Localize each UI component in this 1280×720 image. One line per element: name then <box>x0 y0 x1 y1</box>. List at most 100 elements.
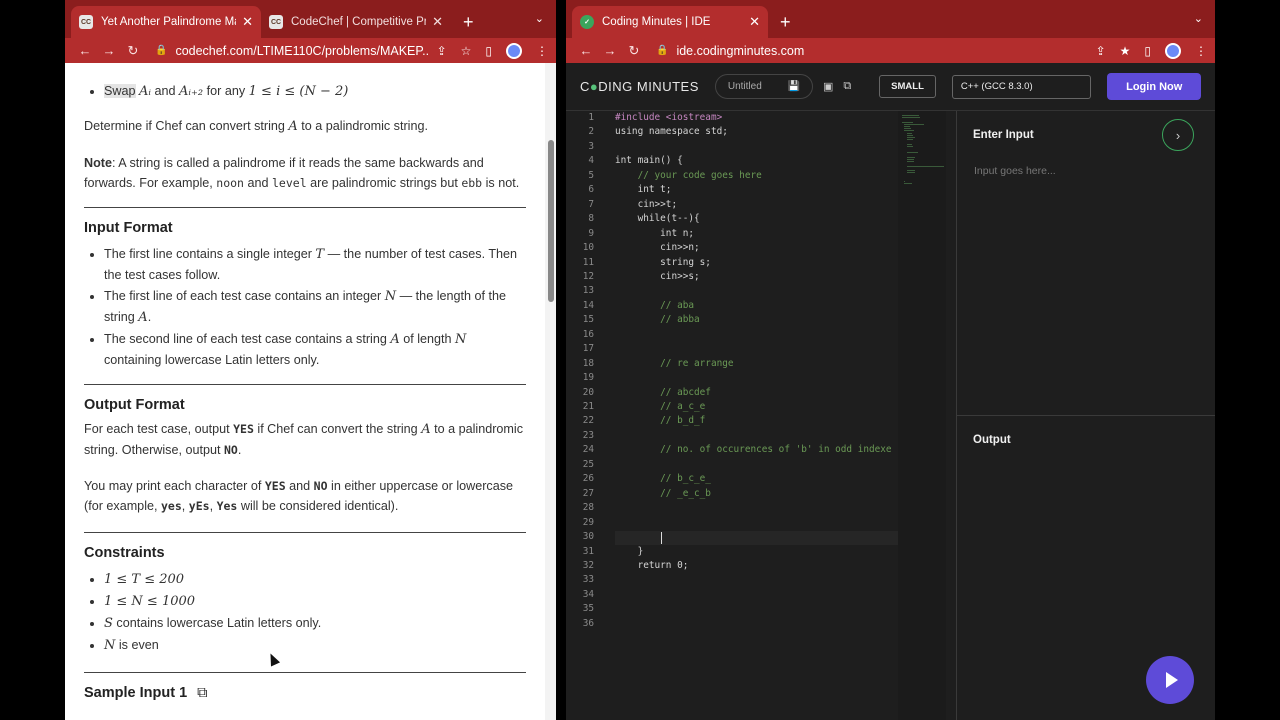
star-icon[interactable]: ☆ <box>461 44 472 58</box>
back-icon[interactable]: ← <box>73 43 97 58</box>
forward-icon[interactable]: → <box>97 43 121 58</box>
chevron-right-icon[interactable]: › <box>1162 119 1194 151</box>
code-line[interactable]: // b_d_f <box>615 415 705 429</box>
scrollbar-thumb[interactable] <box>548 140 554 302</box>
output-case-paragraph: You may print each character of YES and … <box>84 479 514 513</box>
chevron-down-icon[interactable]: ⌄ <box>535 12 544 25</box>
new-tab-button[interactable]: + <box>463 6 474 38</box>
minimap-line <box>906 134 914 136</box>
input-panel: Enter Input › Input goes here... <box>957 111 1215 416</box>
code-line[interactable]: // re arrange <box>615 358 733 372</box>
code-line[interactable]: // aba <box>615 300 694 314</box>
input-format-heading: Input Format <box>84 220 173 236</box>
input-item: The first line contains a single integer… <box>104 244 526 285</box>
minimap-line <box>902 115 920 116</box>
profile-avatar[interactable] <box>1165 42 1181 59</box>
code-line[interactable]: #include <iostream> <box>615 112 722 126</box>
share-icon[interactable]: ⇪ <box>437 44 447 58</box>
file-name-field[interactable]: Untitled 💾 <box>714 74 813 99</box>
code-line[interactable] <box>615 531 898 546</box>
code-line[interactable]: // a_c_e <box>615 401 705 415</box>
profile-avatar[interactable] <box>506 42 522 59</box>
code-line[interactable]: // abcdef <box>615 387 711 401</box>
line-number: 29 <box>582 516 594 528</box>
tab-coding-minutes-ide[interactable]: ✓ Coding Minutes | IDE ✕ <box>572 6 768 38</box>
code-line[interactable]: // abba <box>615 314 700 328</box>
new-file-icon[interactable]: ▣ <box>823 80 833 93</box>
close-icon[interactable]: ✕ <box>749 14 760 30</box>
code-line[interactable]: while(t--){ <box>615 213 700 227</box>
code-line[interactable]: int main() { <box>615 155 683 169</box>
line-number: 12 <box>582 270 594 282</box>
minimap-line <box>906 143 913 145</box>
code-line[interactable]: cin>>s; <box>615 271 700 285</box>
line-number: 15 <box>582 314 594 326</box>
back-icon[interactable]: ← <box>574 43 598 58</box>
menu-icon[interactable]: ⋮ <box>1195 44 1207 58</box>
line-number: 23 <box>582 429 594 441</box>
code-line[interactable]: cin>>n; <box>615 242 700 256</box>
line-number: 18 <box>582 357 594 369</box>
code-line[interactable]: cin>>t; <box>615 199 678 213</box>
constraint-item: S contains lowercase Latin letters only. <box>104 613 526 634</box>
tab-palindrome-problem[interactable]: CC Yet Another Palindrome Makin ✕ <box>71 6 261 38</box>
divider <box>84 207 526 208</box>
copy-icon[interactable]: ⧉ <box>197 685 207 701</box>
sidepanel-icon[interactable]: ▯ <box>485 44 492 58</box>
code-line[interactable]: return 0; <box>615 560 689 574</box>
line-number: 10 <box>582 242 594 254</box>
code-line[interactable]: // no. of occurences of 'b' in odd index… <box>615 444 891 458</box>
minimap-line <box>906 152 919 154</box>
code-line[interactable]: string s; <box>615 257 711 271</box>
sidepanel-icon[interactable]: ▯ <box>1144 44 1151 58</box>
line-number: 25 <box>582 458 594 470</box>
browser-toolbar: ← → ↻ 🔒 codechef.com/LTIME110C/problems/… <box>65 38 556 63</box>
text-cursor <box>661 532 662 545</box>
code-line[interactable]: using namespace std; <box>615 126 728 140</box>
code-line[interactable]: // your code goes here <box>615 170 762 184</box>
forward-icon[interactable]: → <box>598 43 622 58</box>
close-icon[interactable]: ✕ <box>242 14 253 30</box>
line-number: 13 <box>582 285 594 297</box>
line-number: 5 <box>588 169 594 181</box>
constraint-item: 1 ≤ T ≤ 200 <box>104 569 526 590</box>
star-icon[interactable]: ★ <box>1120 44 1131 58</box>
code-line[interactable]: } <box>615 546 644 560</box>
code-line[interactable]: // _e_c_b <box>615 488 711 502</box>
code-line[interactable]: // b_c_e_ <box>615 473 711 487</box>
size-button[interactable]: SMALL <box>879 75 936 98</box>
save-icon[interactable]: 💾 <box>788 81 800 92</box>
divider <box>84 672 526 673</box>
coding-minutes-logo[interactable]: C●DING MINUTES <box>580 79 699 94</box>
address-bar[interactable]: 🔒 codechef.com/LTIME110C/problems/MAKEP.… <box>155 44 429 58</box>
tab-codechef-home[interactable]: CC CodeChef | Competitive Progr ✕ <box>261 6 451 38</box>
menu-icon[interactable]: ⋮ <box>536 44 548 58</box>
reload-icon[interactable]: ↻ <box>121 43 145 59</box>
code-line[interactable]: int t; <box>615 184 672 198</box>
line-number: 34 <box>582 588 594 600</box>
language-select[interactable]: C++ (GCC 8.3.0) <box>951 74 1092 99</box>
close-icon[interactable]: ✕ <box>432 14 443 30</box>
ide-browser-window: ✓ Coding Minutes | IDE ✕ + ⌄ ← → ↻ 🔒 ide… <box>566 0 1215 720</box>
login-button[interactable]: Login Now <box>1107 73 1201 100</box>
line-number: 2 <box>588 126 594 138</box>
address-bar[interactable]: 🔒 ide.codingminutes.com <box>656 44 1088 58</box>
code-line[interactable] <box>615 517 660 531</box>
reload-icon[interactable]: ↻ <box>622 43 646 59</box>
share-icon[interactable]: ⇪ <box>1096 44 1106 58</box>
minimap-line <box>902 117 920 119</box>
editor-minimap[interactable] <box>898 111 946 720</box>
swap-operation-item: Swap Aᵢ and Aᵢ₊₂ for any 1 ≤ i ≤ (N − 2) <box>104 81 526 102</box>
input-textarea[interactable]: Input goes here... <box>974 165 1056 177</box>
constraint-item: 1 ≤ N ≤ 1000 <box>104 591 526 612</box>
code-line[interactable]: int n; <box>615 228 694 242</box>
chevron-down-icon[interactable]: ⌄ <box>1194 12 1203 25</box>
codechef-favicon-icon: CC <box>269 15 283 29</box>
code-editor[interactable]: 1 #include <iostream> 2 using namespace std… <box>566 111 898 720</box>
scrollbar[interactable] <box>545 63 556 720</box>
new-tab-button[interactable]: + <box>780 6 791 38</box>
note-paragraph: Note: A string is called a palindrome if… <box>84 156 520 190</box>
copy-icon[interactable]: ⧉ <box>843 80 851 93</box>
line-number: 21 <box>582 401 594 412</box>
run-button[interactable] <box>1146 656 1194 704</box>
